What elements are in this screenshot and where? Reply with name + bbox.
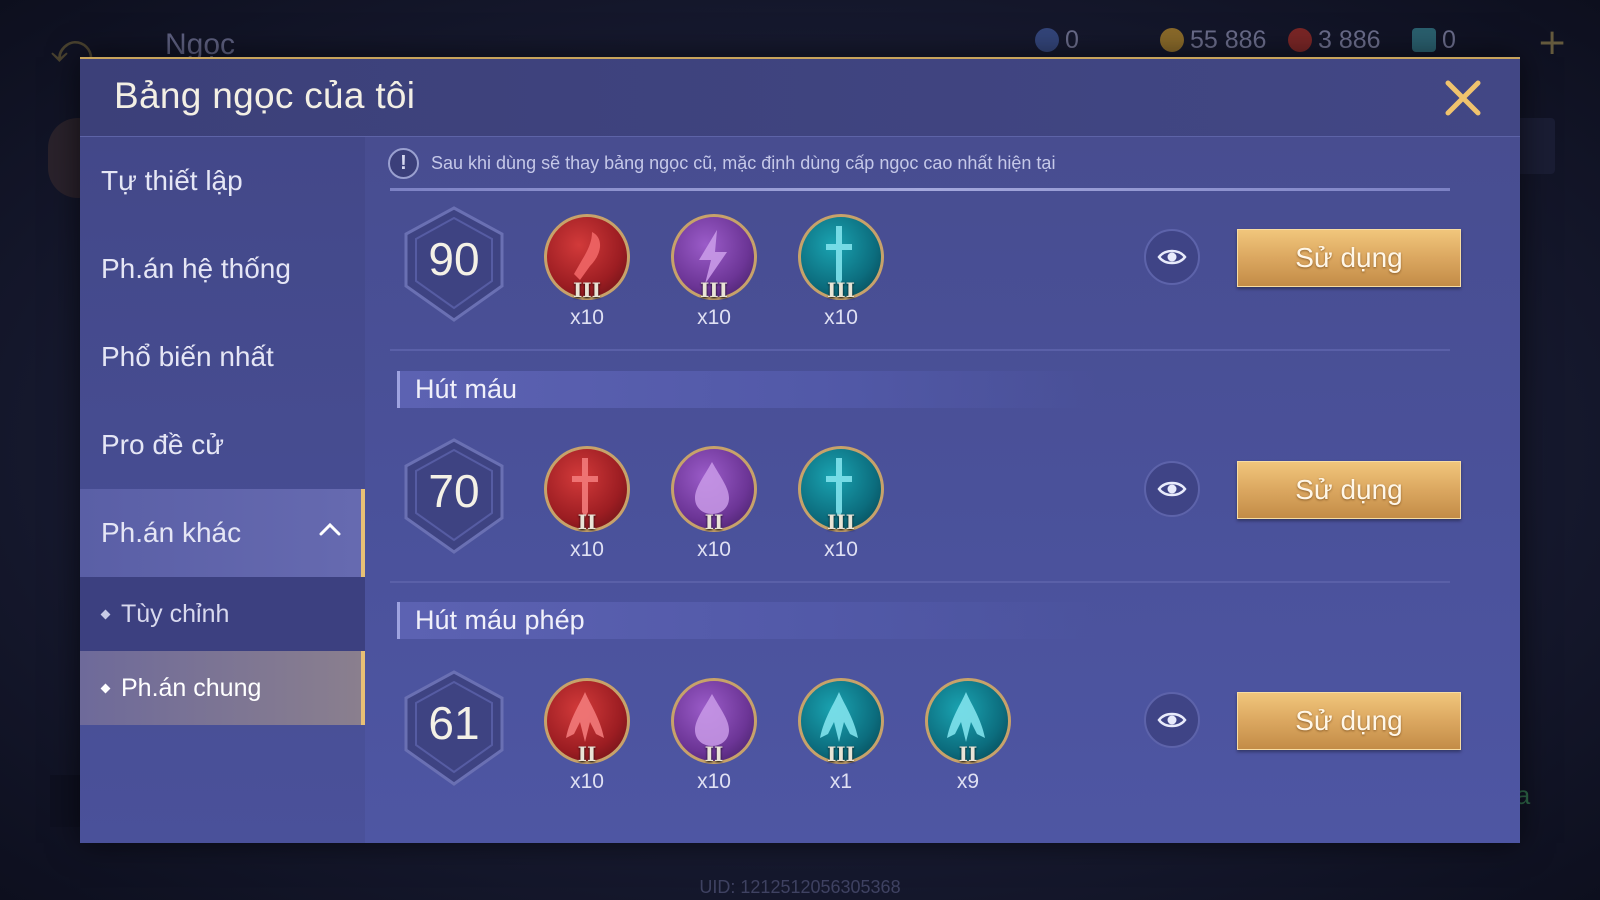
sidebar-item-custom-setup[interactable]: Tự thiết lập: [80, 137, 365, 225]
divider: [390, 188, 1450, 191]
gem-count: x10: [697, 538, 731, 561]
currency-ticket: 0: [1412, 26, 1456, 54]
eye-icon: [1157, 481, 1187, 497]
section-header: Hút máu: [397, 371, 1097, 408]
gem-slot[interactable]: III x1: [796, 678, 886, 798]
level-number: 70: [428, 465, 480, 517]
notice-bar: ! Sau khi dùng sẽ thay bảng ngọc cũ, mặc…: [388, 147, 1055, 179]
gem-slot[interactable]: II x10: [669, 678, 759, 798]
currency-gold: 55 886: [1160, 26, 1266, 54]
sidebar-item-label: Ph.án khác: [101, 517, 242, 548]
bullet-icon: [100, 683, 111, 693]
modal-title: Bảng ngọc của tôi: [114, 75, 416, 116]
close-button[interactable]: [1442, 77, 1484, 119]
sidebar-item-label: Pro đề cử: [101, 429, 225, 460]
level-badge: 61: [398, 668, 510, 788]
eye-icon: [1157, 712, 1187, 728]
chevron-up-icon: [319, 522, 341, 536]
gem-tier: III: [826, 278, 856, 302]
gem-tier: III: [699, 278, 729, 302]
gem-count: x10: [824, 538, 858, 561]
gem-count: x10: [570, 306, 604, 329]
gem-slot[interactable]: II x10: [669, 446, 759, 566]
gem-count: x9: [956, 770, 980, 793]
gem-count: x10: [697, 770, 731, 793]
gem-tier: II: [577, 510, 597, 534]
sidebar-subitem-label: Ph.án chung: [121, 673, 262, 702]
sidebar-subitem-general-plans[interactable]: Ph.án chung: [80, 651, 365, 725]
gem-slot[interactable]: II x10: [542, 446, 632, 566]
level-badge: 70: [398, 436, 510, 556]
gem-count: x1: [829, 770, 853, 793]
blue-coin-icon: [1035, 28, 1059, 52]
level-number: 61: [428, 697, 480, 749]
use-button[interactable]: Sử dụng: [1237, 461, 1461, 519]
currency-value: 0: [1065, 25, 1079, 54]
use-button[interactable]: Sử dụng: [1237, 692, 1461, 750]
modal-header: Bảng ngọc của tôi: [80, 59, 1520, 137]
gem-count: x10: [570, 770, 604, 793]
sidebar-item-label: Tự thiết lập: [101, 165, 243, 196]
sidebar-item-label: Ph.án hệ thống: [101, 253, 291, 284]
currency-value: 3 886: [1318, 25, 1381, 54]
section-header: Hút máu phép: [397, 602, 1097, 639]
gem-slot[interactable]: III x10: [796, 446, 886, 566]
ticket-icon: [1412, 28, 1436, 52]
level-badge: 90: [398, 204, 510, 324]
divider: [390, 581, 1450, 583]
gem-tier: II: [577, 742, 597, 766]
red-gem-icon: [1288, 28, 1312, 52]
background-panel: [50, 775, 80, 827]
info-icon: !: [388, 147, 419, 179]
gem-tier: III: [826, 742, 856, 766]
gem-count: x10: [570, 538, 604, 561]
my-gem-boards-modal: Bảng ngọc của tôi Tự thiết lập Ph.án hệ …: [80, 57, 1520, 843]
eye-icon: [1157, 249, 1187, 265]
preview-button[interactable]: [1144, 461, 1200, 517]
currency-red: 3 886: [1288, 26, 1381, 54]
gem-tier: II: [704, 510, 724, 534]
currency-blue: 0: [1035, 26, 1079, 54]
gem-tier: III: [826, 510, 856, 534]
preview-button[interactable]: [1144, 229, 1200, 285]
gem-tier: II: [704, 742, 724, 766]
bullet-icon: [100, 609, 111, 619]
use-button[interactable]: Sử dụng: [1237, 229, 1461, 287]
sidebar-subitem-label: Tùy chỉnh: [121, 599, 230, 628]
sidebar-item-system-plans[interactable]: Ph.án hệ thống: [80, 225, 365, 313]
sidebar-item-other-plans[interactable]: Ph.án khác: [80, 489, 365, 577]
gem-slot[interactable]: II x10: [542, 678, 632, 798]
close-icon: [1445, 80, 1481, 116]
sidebar-item-label: Phổ biến nhất: [101, 341, 274, 372]
level-number: 90: [428, 233, 480, 285]
gem-count: x10: [824, 306, 858, 329]
gem-tier: III: [572, 278, 602, 302]
gem-count: x10: [697, 306, 731, 329]
gem-slot[interactable]: III x10: [669, 214, 759, 334]
sidebar: Tự thiết lập Ph.án hệ thống Phổ biến nhấ…: [80, 137, 365, 843]
gem-slot[interactable]: III x10: [542, 214, 632, 334]
sidebar-item-pro-recommended[interactable]: Pro đề cử: [80, 401, 365, 489]
currency-value: 55 886: [1190, 25, 1267, 54]
uid-label: UID: 1212512056305368: [699, 877, 901, 897]
gem-slot[interactable]: III x10: [796, 214, 886, 334]
gem-tier: II: [958, 742, 978, 766]
divider: [390, 349, 1450, 351]
preview-button[interactable]: [1144, 692, 1200, 748]
sidebar-subitem-customize[interactable]: Tùy chỉnh: [80, 577, 365, 651]
currency-value: 0: [1442, 25, 1456, 54]
gold-coin-icon: [1160, 28, 1184, 52]
add-currency-button[interactable]: +: [1537, 22, 1567, 63]
gem-slot[interactable]: II x9: [923, 678, 1013, 798]
notice-text: Sau khi dùng sẽ thay bảng ngọc cũ, mặc đ…: [431, 152, 1056, 173]
sidebar-item-most-popular[interactable]: Phổ biến nhất: [80, 313, 365, 401]
